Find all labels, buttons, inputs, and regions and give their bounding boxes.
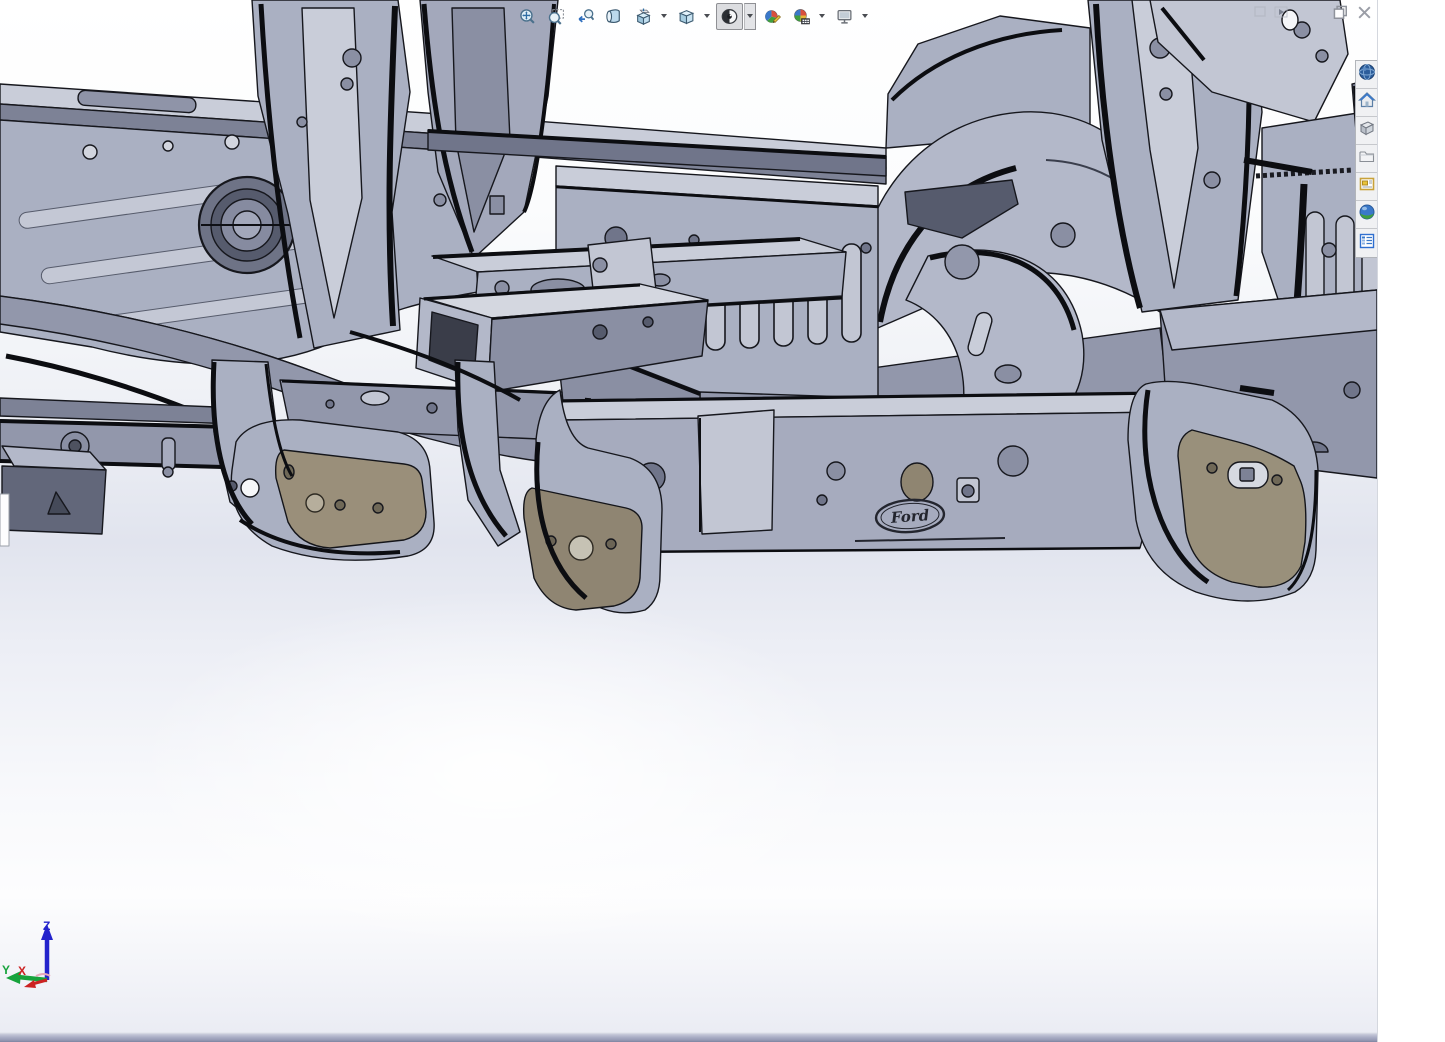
hide-show-items-dropdown[interactable] [744, 3, 756, 30]
sphere-icon [1358, 203, 1376, 226]
heads-up-toolbar [513, 2, 873, 30]
ghost-restore-icon [1253, 5, 1268, 24]
restore-window-button[interactable] [1330, 5, 1350, 25]
model-3d-view[interactable]: Ford [0, 0, 1377, 1042]
zoom-to-fit-icon [519, 8, 536, 25]
window-controls [1330, 5, 1374, 25]
zoom-to-area-button[interactable] [543, 3, 570, 30]
apply-scene-button[interactable] [788, 3, 815, 30]
task-pane-tab-home[interactable] [1356, 89, 1377, 117]
chevron-down-icon [862, 14, 868, 18]
palette-icon [1358, 175, 1376, 198]
previous-view-button[interactable] [572, 3, 599, 30]
display-style-button[interactable] [673, 3, 700, 30]
ghost-restore-button [1252, 6, 1269, 22]
view-orientation-dropdown[interactable] [658, 3, 670, 30]
view-settings-dropdown[interactable] [859, 3, 871, 30]
view-settings-icon [836, 8, 853, 25]
chevron-down-icon [747, 14, 753, 18]
globe-icon [1358, 63, 1376, 86]
task-pane-tab-solidworks-resources[interactable] [1356, 61, 1377, 89]
bump-stop-box[interactable] [0, 446, 106, 546]
ghost-arrow-icon [1274, 5, 1289, 24]
ghost-window-controls [1252, 6, 1290, 22]
hide-show-items-button[interactable] [716, 3, 743, 30]
section-view-icon [606, 8, 623, 25]
graphics-area[interactable]: Ford [0, 0, 1377, 1042]
task-pane-tab-view-palette[interactable] [1356, 173, 1377, 201]
hide-show-items-icon [721, 8, 738, 25]
view-settings-button[interactable] [831, 3, 858, 30]
home-icon [1358, 91, 1376, 114]
task-pane-tab-appearances-scenes[interactable] [1356, 201, 1377, 229]
zoom-to-area-icon [548, 8, 565, 25]
y-axis-label: Y [2, 963, 10, 977]
chevron-down-icon [661, 14, 667, 18]
previous-view-icon [577, 8, 594, 25]
edit-appearance-icon [764, 8, 781, 25]
library-icon [1358, 119, 1376, 142]
edit-appearance-button[interactable] [759, 3, 786, 30]
task-pane-tab-file-explorer[interactable] [1356, 145, 1377, 173]
folder-icon [1358, 147, 1376, 170]
chevron-down-icon [819, 14, 825, 18]
task-pane-tab-design-library[interactable] [1356, 117, 1377, 145]
apply-scene-dropdown[interactable] [816, 3, 828, 30]
apply-scene-icon [793, 8, 810, 25]
view-orientation-button[interactable] [630, 3, 657, 30]
view-orientation-icon [635, 8, 652, 25]
ford-logo-text: Ford [889, 506, 930, 527]
zoom-to-fit-button[interactable] [514, 3, 541, 30]
task-pane-tab-custom-properties[interactable] [1356, 229, 1377, 257]
close-window-icon [1356, 4, 1373, 26]
task-pane-tabs [1355, 60, 1377, 258]
close-window-button[interactable] [1354, 5, 1374, 25]
chevron-down-icon [704, 14, 710, 18]
x-axis-arrow [24, 980, 36, 988]
orientation-triad: Z Y X [0, 916, 110, 1006]
restore-window-icon [1332, 4, 1349, 26]
form-icon [1358, 232, 1376, 255]
desktop-margin [1377, 0, 1445, 1042]
spring-hanger-right[interactable] [1128, 381, 1318, 601]
display-style-icon [678, 8, 695, 25]
status-bar-edge [0, 1032, 1377, 1042]
z-axis-label: Z [43, 919, 50, 933]
ghost-arrow-button [1273, 6, 1290, 22]
section-view-button[interactable] [601, 3, 628, 30]
x-axis-label: X [18, 964, 26, 978]
display-style-dropdown[interactable] [701, 3, 713, 30]
